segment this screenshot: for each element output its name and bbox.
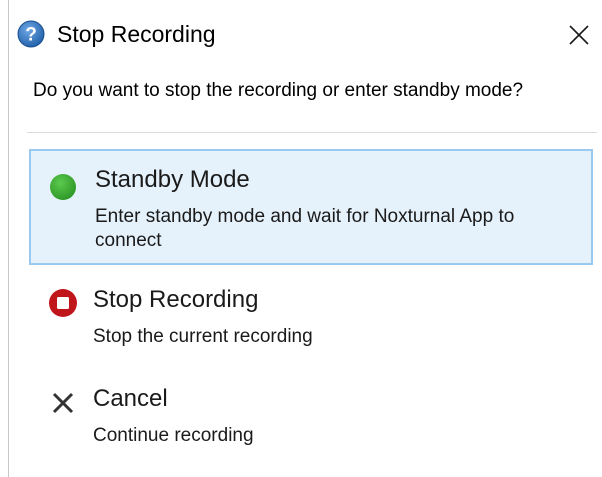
- title-bar: ? Stop Recording: [0, 0, 602, 64]
- stop-recording-title: Stop Recording: [93, 286, 259, 313]
- stop-record-icon: [49, 289, 77, 317]
- cancel-description: Continue recording: [93, 425, 254, 446]
- stop-recording-dialog: ? Stop Recording Do you want to stop the…: [0, 0, 602, 477]
- dialog-question: Do you want to stop the recording or ent…: [33, 80, 524, 101]
- green-dot-icon: [50, 174, 76, 200]
- close-icon: [569, 25, 589, 45]
- dialog-title: Stop Recording: [57, 21, 216, 47]
- standby-mode-title: Standby Mode: [95, 166, 250, 193]
- close-button[interactable]: [562, 18, 596, 52]
- svg-text:?: ?: [25, 25, 37, 46]
- stop-recording-description: Stop the current recording: [93, 326, 313, 347]
- cancel-x-icon: [52, 392, 74, 414]
- cancel-title: Cancel: [93, 385, 168, 412]
- standby-mode-description: Enter standby mode and wait for Noxturna…: [95, 206, 515, 251]
- cancel-option[interactable]: Cancel Continue recording: [29, 382, 593, 454]
- divider: [27, 132, 597, 133]
- standby-mode-option[interactable]: Standby Mode Enter standby mode and wait…: [29, 149, 593, 265]
- help-icon: ?: [17, 20, 45, 48]
- dialog-left-border: [8, 0, 9, 477]
- stop-recording-option[interactable]: Stop Recording Stop the current recordin…: [29, 283, 593, 355]
